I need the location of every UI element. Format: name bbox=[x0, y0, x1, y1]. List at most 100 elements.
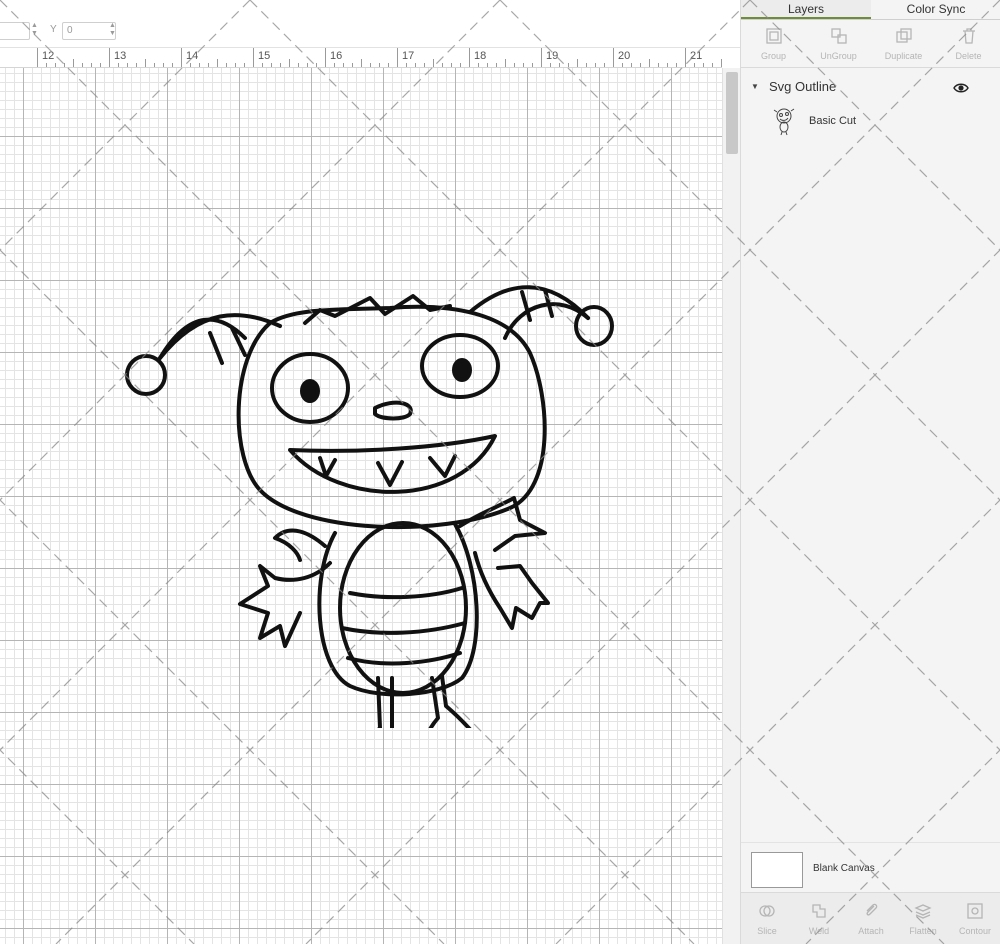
caret-down-icon[interactable]: ▼ bbox=[751, 82, 759, 91]
canvas-label: Blank Canvas bbox=[813, 863, 875, 874]
ruler-minor-tick bbox=[388, 63, 389, 67]
x-position-field[interactable] bbox=[0, 22, 30, 40]
attach-button[interactable]: Attach bbox=[845, 893, 897, 944]
ruler-minor-tick bbox=[244, 63, 245, 67]
ungroup-icon bbox=[830, 27, 847, 44]
ruler-minor-tick bbox=[604, 63, 605, 67]
design-space: on ▲▼ Y 0 ▲▼ 12 13 14 15 16 17 18 19 20 … bbox=[0, 0, 1000, 944]
y-position-field[interactable]: 0 bbox=[62, 22, 116, 40]
ruler-minor-tick bbox=[352, 63, 353, 67]
contour-icon bbox=[967, 902, 983, 919]
ruler-minor-tick bbox=[154, 63, 155, 67]
ruler-minor-tick bbox=[64, 63, 65, 67]
ruler-minor-tick bbox=[100, 63, 101, 67]
ruler-minor-tick bbox=[361, 59, 362, 67]
ruler-minor-tick bbox=[235, 63, 236, 67]
ruler-minor-tick bbox=[217, 59, 218, 67]
ruler-minor-tick bbox=[307, 63, 308, 67]
weld-icon bbox=[812, 903, 826, 918]
nose bbox=[373, 400, 413, 421]
delete-label: Delete bbox=[955, 50, 982, 61]
ruler-minor-tick bbox=[226, 63, 227, 67]
eye-icon[interactable] bbox=[953, 82, 969, 94]
layer-item[interactable]: Basic Cut bbox=[741, 104, 1000, 138]
group-button[interactable]: Group bbox=[741, 20, 806, 67]
duplicate-button[interactable]: Duplicate bbox=[871, 20, 936, 67]
weld-button[interactable]: Weld bbox=[793, 893, 845, 944]
monster-artwork[interactable] bbox=[120, 208, 620, 728]
ruler-label: 21 bbox=[690, 50, 703, 62]
weld-label: Weld bbox=[808, 925, 830, 936]
layer-group-name: Svg Outline bbox=[769, 79, 837, 94]
right-arm bbox=[473, 551, 550, 630]
ruler-minor-tick bbox=[631, 63, 632, 67]
flatten-label: Flatten bbox=[909, 925, 937, 936]
ungroup-label: UnGroup bbox=[820, 50, 857, 61]
ruler-minor-tick bbox=[577, 59, 578, 67]
layer-group-row[interactable]: ▼ Svg Outline bbox=[741, 74, 1000, 100]
slice-button[interactable]: Slice bbox=[741, 893, 793, 944]
ruler-minor-tick bbox=[442, 63, 443, 67]
ruler-minor-tick bbox=[199, 63, 200, 67]
ruler-minor-tick bbox=[91, 63, 92, 67]
vertical-scrollbar[interactable] bbox=[722, 68, 740, 944]
layers-panel: Layers Color Sync Group UnGroup Duplicat… bbox=[740, 0, 1000, 944]
ruler-minor-tick bbox=[406, 63, 407, 67]
ruler-label: 13 bbox=[114, 50, 127, 62]
ruler-label: 16 bbox=[330, 50, 343, 62]
left-arm bbox=[238, 561, 332, 648]
y-label: Y bbox=[50, 24, 57, 35]
group-icon bbox=[765, 27, 782, 44]
ruler-minor-tick bbox=[568, 63, 569, 67]
ruler-minor-tick bbox=[271, 63, 272, 67]
ruler-minor-tick bbox=[703, 63, 704, 67]
canvas-swatch[interactable] bbox=[751, 852, 803, 888]
ruler-minor-tick bbox=[595, 63, 596, 67]
ruler-minor-tick bbox=[487, 63, 488, 67]
scrollbar-thumb[interactable] bbox=[726, 72, 738, 154]
layers-list: ▼ Svg Outline Basic Cut bbox=[741, 70, 1000, 190]
ruler-label: 17 bbox=[402, 50, 415, 62]
left-antenna-ball bbox=[125, 354, 167, 396]
canvas-grid[interactable] bbox=[0, 68, 722, 944]
ruler-minor-tick bbox=[145, 59, 146, 67]
left-leg bbox=[376, 676, 394, 728]
flatten-icon bbox=[914, 903, 932, 919]
ruler-label: 14 bbox=[186, 50, 199, 62]
ruler-minor-tick bbox=[460, 63, 461, 67]
duplicate-label: Duplicate bbox=[884, 50, 923, 61]
delete-button[interactable]: Delete bbox=[936, 20, 1000, 67]
slice-icon bbox=[759, 904, 775, 917]
ruler-label: 19 bbox=[546, 50, 559, 62]
tab-layers[interactable]: Layers bbox=[741, 0, 871, 19]
belly bbox=[338, 521, 468, 695]
ruler-minor-tick bbox=[343, 63, 344, 67]
ruler-minor-tick bbox=[676, 63, 677, 67]
ruler-major-tick bbox=[181, 48, 182, 67]
ruler-minor-tick bbox=[280, 63, 281, 67]
contour-button[interactable]: Contour bbox=[949, 893, 1000, 944]
layer-thumbnail bbox=[773, 108, 795, 136]
left-wing bbox=[273, 528, 327, 562]
ruler-minor-tick bbox=[523, 63, 524, 67]
attach-icon bbox=[866, 903, 878, 915]
tab-color-sync[interactable]: Color Sync bbox=[871, 0, 1000, 19]
ruler-minor-tick bbox=[208, 63, 209, 67]
layer-name: Basic Cut bbox=[809, 115, 857, 127]
ruler-minor-tick bbox=[415, 63, 416, 67]
blank-canvas-row[interactable]: Blank Canvas bbox=[741, 842, 1000, 892]
delete-icon bbox=[962, 27, 975, 44]
ruler-minor-tick bbox=[451, 63, 452, 67]
flatten-button[interactable]: Flatten bbox=[897, 893, 949, 944]
ruler-minor-tick bbox=[622, 63, 623, 67]
x-stepper[interactable]: ▲ ▼ bbox=[31, 22, 38, 38]
ruler-minor-tick bbox=[496, 63, 497, 67]
ruler-minor-tick bbox=[298, 63, 299, 67]
panel-tabs: Layers Color Sync bbox=[741, 0, 1000, 20]
y-stepper[interactable]: ▲ ▼ bbox=[109, 22, 116, 38]
right-pupil bbox=[452, 358, 472, 382]
left-antenna bbox=[158, 317, 247, 360]
ungroup-button[interactable]: UnGroup bbox=[806, 20, 871, 67]
teeth bbox=[318, 454, 457, 487]
ruler-minor-tick bbox=[721, 59, 722, 67]
